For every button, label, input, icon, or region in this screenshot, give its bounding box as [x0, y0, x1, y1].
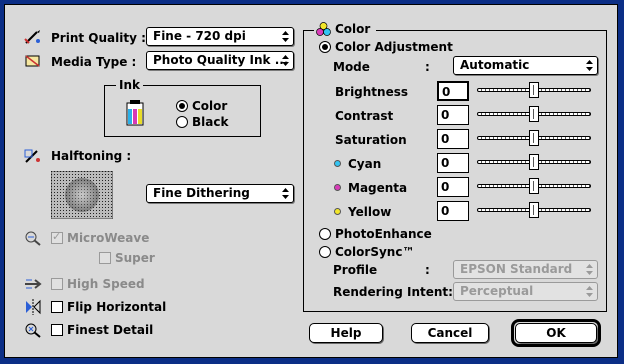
- popup-arrows-icon: [282, 55, 289, 66]
- slider-thumb[interactable]: [529, 202, 539, 218]
- cancel-button[interactable]: Cancel: [411, 323, 489, 343]
- brightness-slider[interactable]: [477, 82, 591, 98]
- mode-value: Automatic: [460, 58, 530, 72]
- contrast-slider[interactable]: [477, 106, 591, 122]
- slider-thumb[interactable]: [529, 178, 539, 194]
- profile-value: EPSON Standard: [460, 262, 573, 276]
- flip-horizontal-label: Flip Horizontal: [67, 300, 167, 314]
- flip-horizontal-icon: [26, 299, 41, 315]
- print-quality-label: Print Quality :: [51, 31, 146, 45]
- print-quality-value: Fine - 720 dpi: [153, 29, 246, 43]
- yellow-input[interactable]: 0: [437, 201, 469, 221]
- slider-thumb[interactable]: [529, 106, 539, 122]
- halftoning-icon: [24, 149, 40, 163]
- photoenhance-label: PhotoEnhance: [335, 227, 432, 241]
- saturation-slider[interactable]: [477, 130, 591, 146]
- microweave-icon: [25, 231, 41, 246]
- cyan-label: Cyan: [348, 157, 382, 171]
- dialog-window: Print Quality : Fine - 720 dpi Media Typ…: [4, 4, 618, 358]
- help-button[interactable]: Help: [309, 323, 383, 343]
- mode-label: Mode: [333, 60, 370, 74]
- brightness-input[interactable]: 0: [437, 81, 469, 101]
- contrast-input[interactable]: 0: [437, 105, 469, 125]
- saturation-input[interactable]: 0: [437, 129, 469, 149]
- halftoning-label: Halftoning :: [51, 149, 132, 163]
- media-type-value: Photo Quality Ink ...: [153, 53, 289, 67]
- yellow-dot-icon: [334, 208, 341, 215]
- print-quality-popup[interactable]: Fine - 720 dpi: [146, 27, 294, 46]
- brightness-label: Brightness: [335, 85, 409, 99]
- popup-arrows-icon: [282, 31, 289, 42]
- color-adjustment-radio[interactable]: [319, 41, 331, 53]
- photoenhance-radio[interactable]: [319, 228, 331, 240]
- finest-detail-icon: [25, 323, 41, 338]
- flip-horizontal-checkbox[interactable]: [51, 301, 63, 313]
- halftone-preview-image: [51, 171, 113, 219]
- halftoning-popup[interactable]: Fine Dithering: [146, 184, 294, 203]
- high-speed-checkbox[interactable]: [51, 278, 63, 290]
- color-adjustment-label: Color Adjustment: [335, 40, 453, 54]
- ink-black-label: Black: [192, 115, 229, 129]
- ink-color-radio[interactable]: [176, 100, 188, 112]
- finest-detail-label: Finest Detail: [67, 323, 154, 337]
- popup-arrows-icon: [282, 188, 289, 199]
- color-title-area: Color: [314, 21, 376, 37]
- mode-colon: :: [425, 60, 430, 74]
- slider-thumb[interactable]: [529, 82, 539, 98]
- color-title: Color: [335, 22, 371, 36]
- saturation-label: Saturation: [335, 133, 407, 147]
- magenta-dot-icon: [334, 184, 341, 191]
- rendering-intent-popup[interactable]: Perceptual: [453, 282, 598, 301]
- popup-arrows-icon: [586, 264, 593, 275]
- halftoning-value: Fine Dithering: [153, 186, 250, 200]
- finest-detail-checkbox[interactable]: [51, 324, 63, 336]
- cyan-dot-icon: [334, 160, 341, 167]
- print-quality-icon: [24, 30, 40, 44]
- ink-black-radio[interactable]: [176, 116, 188, 128]
- microweave-label: MicroWeave: [67, 231, 150, 245]
- high-speed-label: High Speed: [67, 277, 145, 291]
- high-speed-icon: [25, 279, 42, 289]
- colorsync-label: ColorSync™: [335, 245, 415, 259]
- cyan-input[interactable]: 0: [437, 153, 469, 173]
- mode-popup[interactable]: Automatic: [453, 56, 598, 75]
- microweave-checkbox[interactable]: [51, 230, 63, 244]
- cyan-slider[interactable]: [477, 154, 591, 170]
- magenta-slider[interactable]: [477, 178, 591, 194]
- media-type-icon: [25, 55, 40, 67]
- ink-color-label: Color: [192, 99, 228, 113]
- media-type-popup[interactable]: Photo Quality Ink ...: [146, 51, 294, 70]
- super-checkbox[interactable]: [99, 252, 111, 264]
- ink-title: Ink: [116, 78, 143, 92]
- magenta-label: Magenta: [348, 181, 408, 195]
- popup-arrows-icon: [586, 286, 593, 297]
- ink-cartridge-icon: [126, 100, 144, 126]
- yellow-label: Yellow: [348, 205, 392, 219]
- profile-label: Profile: [333, 263, 378, 277]
- color-circles-icon: [316, 22, 331, 36]
- media-type-label: Media Type :: [51, 55, 137, 69]
- contrast-label: Contrast: [335, 109, 394, 123]
- slider-thumb[interactable]: [529, 154, 539, 170]
- yellow-slider[interactable]: [477, 202, 591, 218]
- super-label: Super: [115, 251, 155, 265]
- slider-thumb[interactable]: [529, 130, 539, 146]
- popup-arrows-icon: [586, 60, 593, 71]
- ok-button[interactable]: OK: [515, 323, 597, 343]
- rendering-intent-label: Rendering Intent:: [333, 285, 453, 299]
- profile-popup[interactable]: EPSON Standard: [453, 260, 598, 279]
- colorsync-radio[interactable]: [319, 246, 331, 258]
- profile-colon: :: [425, 263, 430, 277]
- rendering-intent-value: Perceptual: [460, 284, 534, 298]
- magenta-input[interactable]: 0: [437, 177, 469, 197]
